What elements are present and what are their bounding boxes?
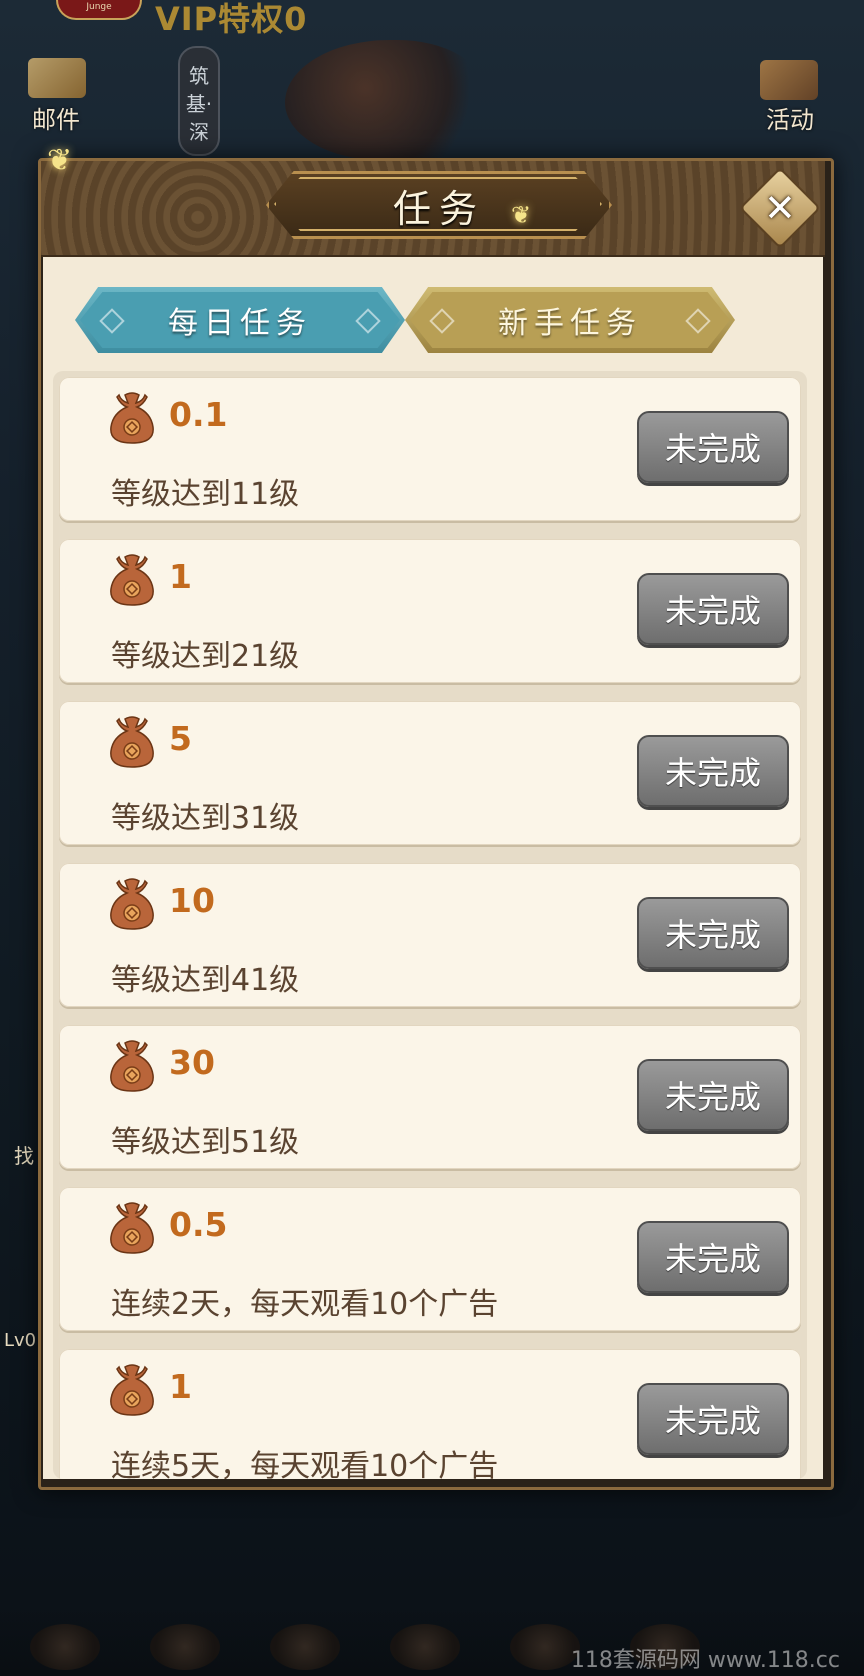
nav-icon[interactable]: [510, 1624, 580, 1670]
task-description: 等级达到11级: [111, 477, 300, 512]
event-button-label[interactable]: 活动: [766, 100, 814, 135]
emblem-text: Junge: [86, 2, 112, 12]
vip-label: VIP特权0: [155, 0, 308, 38]
task-dialog: 任务 ✕ ❦ ❦ 每日任务 新手任务 0.1 等级达到11级 未完成 1 等级达…: [38, 143, 834, 1490]
task-description: 连续2天，每天观看10个广告: [111, 1287, 499, 1322]
coin-bag-icon: [110, 554, 154, 606]
event-chest-icon: [760, 60, 818, 100]
status-button[interactable]: 未完成: [637, 897, 789, 969]
reward-amount: 1: [169, 557, 192, 596]
dragon-art: [285, 40, 485, 160]
reward-amount: 5: [169, 719, 192, 758]
reward-amount: 10: [169, 881, 215, 920]
reward-amount: 1: [169, 1367, 192, 1406]
status-button[interactable]: 未完成: [637, 735, 789, 807]
status-button[interactable]: 未完成: [637, 1383, 789, 1455]
task-description: 等级达到41级: [111, 963, 300, 998]
task-description: 连续5天，每天观看10个广告: [111, 1449, 499, 1479]
status-button[interactable]: 未完成: [637, 1221, 789, 1293]
coin-bag-icon: [110, 392, 154, 444]
task-description: 等级达到21级: [111, 639, 300, 674]
status-button[interactable]: 未完成: [637, 1059, 789, 1131]
reward-amount: 0.1: [169, 395, 228, 434]
dialog-title: 任务: [392, 186, 485, 231]
nav-icon[interactable]: [30, 1624, 100, 1670]
close-icon: ✕: [764, 186, 796, 230]
mail-button-label[interactable]: 邮件: [32, 100, 80, 135]
close-button[interactable]: ✕: [738, 166, 822, 250]
butterfly-icon: ❦: [511, 201, 532, 229]
tab-novice-label: 新手任务: [498, 306, 642, 341]
tab-daily-tasks[interactable]: 每日任务: [75, 287, 405, 353]
butterfly-icon: ❦: [47, 143, 73, 178]
realm-scroll: 筑基·深: [178, 46, 220, 156]
coin-bag-icon: [110, 1364, 154, 1416]
coin-bag-icon: [110, 1202, 154, 1254]
task-item: 1 等级达到21级 未完成: [59, 539, 801, 683]
coin-bag-icon: [110, 878, 154, 930]
reward-amount: 0.5: [169, 1205, 228, 1244]
reward-amount: 30: [169, 1043, 215, 1082]
task-item: 0.5 连续2天，每天观看10个广告 未完成: [59, 1187, 801, 1331]
tab-novice-tasks[interactable]: 新手任务: [405, 287, 735, 353]
mail-icon: [28, 58, 86, 98]
task-item: 0.1 等级达到11级 未完成: [59, 377, 801, 521]
nav-icon[interactable]: [150, 1624, 220, 1670]
watermark: 118套源码网 www.118.cc: [570, 1648, 840, 1673]
dialog-header: 任务 ✕: [41, 161, 825, 257]
tab-daily-label: 每日任务: [168, 306, 312, 341]
task-item: 5 等级达到31级 未完成: [59, 701, 801, 845]
title-plate: 任务: [266, 171, 612, 239]
nav-icon[interactable]: [390, 1624, 460, 1670]
task-description: 等级达到31级: [111, 801, 300, 836]
task-description: 等级达到51级: [111, 1125, 300, 1160]
dialog-body: 每日任务 新手任务 0.1 等级达到11级 未完成 1 等级达到21级 未完成: [43, 257, 823, 1479]
status-button[interactable]: 未完成: [637, 411, 789, 483]
coin-bag-icon: [110, 1040, 154, 1092]
status-button[interactable]: 未完成: [637, 573, 789, 645]
level-label: Lv0: [4, 1330, 37, 1351]
task-item: 10 等级达到41级 未完成: [59, 863, 801, 1007]
vip-emblem: Junge: [56, 0, 142, 20]
task-item: 30 等级达到51级 未完成: [59, 1025, 801, 1169]
task-list[interactable]: 0.1 等级达到11级 未完成 1 等级达到21级 未完成 5 等级达到31级 …: [53, 371, 807, 1479]
nav-icon[interactable]: [270, 1624, 340, 1670]
side-label: 找: [14, 1144, 34, 1168]
coin-bag-icon: [110, 716, 154, 768]
task-item: 1 连续5天，每天观看10个广告 未完成: [59, 1349, 801, 1479]
